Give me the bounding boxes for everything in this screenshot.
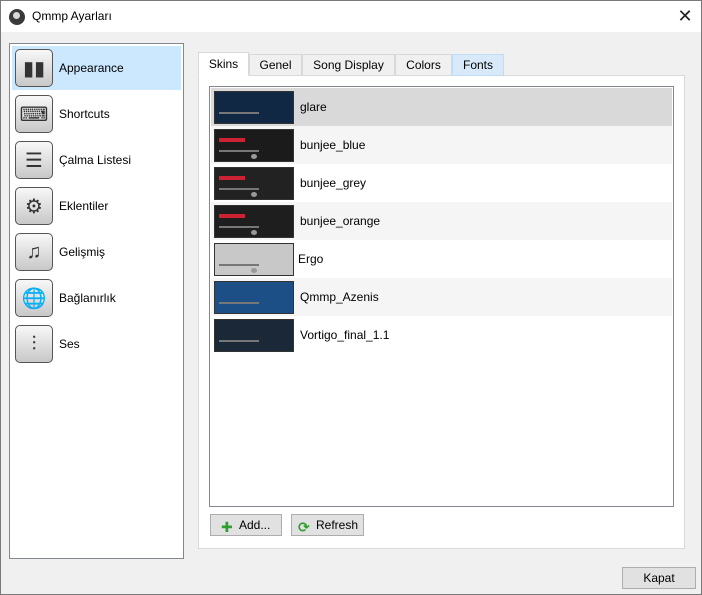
settings-sidebar: ▮▮ Appearance ⌨ Shortcuts ☰ Çalma Listes… [9, 43, 184, 559]
skin-row-bunjee-blue[interactable]: bunjee_blue [211, 126, 672, 164]
sidebar-item-label: Gelişmiş [59, 245, 106, 259]
window-title: Qmmp Ayarları [32, 9, 112, 23]
skin-row-bunjee-orange[interactable]: bunjee_orange [211, 202, 672, 240]
tab-song-display[interactable]: Song Display [302, 54, 395, 76]
skin-row-vortigo-final[interactable]: Vortigo_final_1.1 [211, 316, 672, 354]
shortcuts-icon: ⌨ [15, 95, 53, 133]
sidebar-item-audio[interactable]: ⫶ Ses [12, 322, 181, 366]
playlist-icon: ☰ [15, 141, 53, 179]
skin-thumbnail [214, 205, 294, 238]
skin-thumbnail [214, 91, 294, 124]
skin-name: bunjee_blue [300, 138, 366, 152]
refresh-skins-button[interactable]: ⟳ Refresh [291, 514, 364, 536]
add-skin-button[interactable]: ✚ Add... [210, 514, 282, 536]
sidebar-item-label: Eklentiler [59, 199, 109, 213]
skin-name: bunjee_grey [300, 176, 367, 190]
skin-thumbnail [214, 319, 294, 352]
sidebar-item-label: Ses [59, 337, 80, 351]
sidebar-item-label: Çalma Listesi [59, 153, 132, 167]
sidebar-item-label: Shortcuts [59, 107, 110, 121]
skin-thumbnail [214, 129, 294, 162]
preferences-window: Qmmp Ayarları ✕ ▮▮ Appearance ⌨ Shortcut… [0, 0, 702, 595]
sidebar-item-appearance[interactable]: ▮▮ Appearance [12, 46, 181, 90]
skin-row-bunjee-grey[interactable]: bunjee_grey [211, 164, 672, 202]
skin-name: glare [300, 100, 327, 114]
skin-thumbnail [214, 243, 294, 276]
tab-skins[interactable]: Skins [198, 52, 249, 76]
skin-row-ergo[interactable]: Ergo [211, 240, 672, 278]
close-dialog-button[interactable]: Kapat [622, 567, 696, 589]
skin-name: Ergo [298, 252, 324, 266]
audio-icon: ⫶ [15, 325, 53, 363]
refresh-icon: ⟳ [298, 519, 310, 535]
tab-genel[interactable]: Genel [249, 54, 302, 76]
connectivity-icon: 🌐 [15, 279, 53, 317]
appearance-icon: ▮▮ [15, 49, 53, 87]
skin-row-qmmp-azenis[interactable]: Qmmp_Azenis [211, 278, 672, 316]
add-button-label: Add... [239, 518, 271, 532]
skin-list[interactable]: glare bunjee_blue bunjee_grey bunjee_ora… [209, 86, 674, 507]
advanced-icon: ♫ [15, 233, 53, 271]
sidebar-item-label: Appearance [59, 61, 124, 75]
tab-colors[interactable]: Colors [395, 54, 452, 76]
close-window-button[interactable]: ✕ [669, 1, 701, 32]
sidebar-item-connectivity[interactable]: 🌐 Bağlanırlık [12, 276, 181, 320]
plus-icon: ✚ [221, 519, 233, 535]
skin-name: Vortigo_final_1.1 [300, 328, 390, 342]
plugins-icon: ⚙ [15, 187, 53, 225]
skin-name: Qmmp_Azenis [300, 290, 379, 304]
tab-fonts[interactable]: Fonts [452, 54, 504, 76]
skin-thumbnail [214, 167, 294, 200]
sidebar-item-advanced[interactable]: ♫ Gelişmiş [12, 230, 181, 274]
sidebar-item-label: Bağlanırlık [59, 291, 116, 305]
skin-row-glare[interactable]: glare [211, 88, 672, 126]
skin-thumbnail [214, 281, 294, 314]
sidebar-item-shortcuts[interactable]: ⌨ Shortcuts [12, 92, 181, 136]
qmmp-app-icon [9, 9, 25, 25]
title-bar: Qmmp Ayarları ✕ [1, 1, 701, 32]
sidebar-item-playlist[interactable]: ☰ Çalma Listesi [12, 138, 181, 182]
sidebar-item-plugins[interactable]: ⚙ Eklentiler [12, 184, 181, 228]
refresh-button-label: Refresh [316, 518, 359, 532]
skin-name: bunjee_orange [300, 214, 381, 228]
